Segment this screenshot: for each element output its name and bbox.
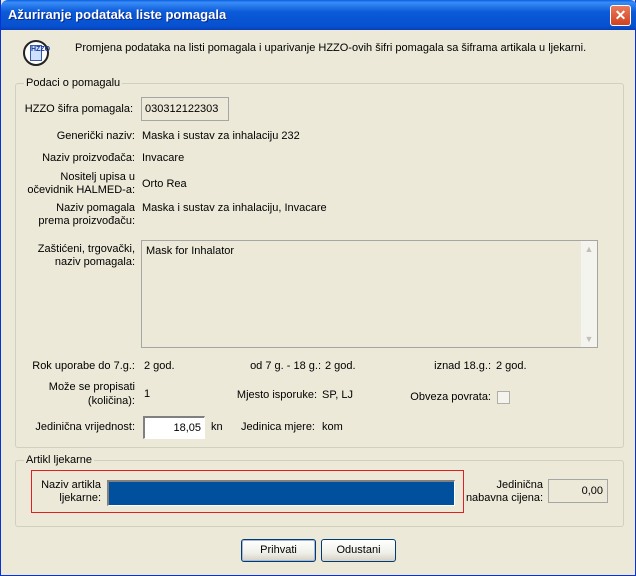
jed-vrijednost-value: 18,05 (173, 422, 201, 434)
cijena-label-line2: nabavna cijena: (465, 492, 543, 504)
proizvodjac-label: Naziv proizvođača: (42, 152, 135, 164)
header-description: Promjena podataka na listi pomagala i up… (75, 42, 587, 54)
artikl-naziv-input[interactable] (107, 480, 455, 506)
naziv-pomagala-label-line2: prema proizvođaču: (38, 215, 135, 227)
propisati-label-line2: (količina): (87, 395, 135, 407)
zasticeni-label-line2: naziv pomagala: (54, 256, 135, 268)
zasticeni-scrollbar[interactable]: ▲ ▼ (581, 241, 597, 347)
dialog-window: Ažuriranje podataka liste pomagala ✕ HZZ… (0, 0, 636, 576)
podaci-legend: Podaci o pomagalu (24, 77, 123, 90)
rok-value: 2 god. (144, 360, 175, 372)
zasticeni-label-line1: Zaštićeni, trgovački, (37, 243, 135, 255)
obveza-checkbox[interactable] (497, 391, 510, 404)
zasticeni-value: Mask for Inhalator (146, 245, 235, 257)
naziv-pomagala-value: Maska i sustav za inhalaciju, Invacare (142, 202, 327, 214)
proizvodjac-value: Invacare (142, 152, 185, 164)
jed-mjere-label: Jedinica mjere: (241, 421, 315, 433)
propisati-value: 1 (144, 388, 151, 400)
genericki-label: Generički naziv: (56, 130, 135, 142)
cijena-field[interactable]: 0,00 (548, 479, 608, 503)
mjesto-label: Mjesto isporuke: (236, 389, 317, 401)
genericki-value: Maska i sustav za inhalaciju 232 (142, 130, 300, 142)
cijena-label-line1: Jedinična (496, 479, 543, 491)
zasticeni-textarea[interactable]: Mask for Inhalator ▲ ▼ (141, 240, 598, 348)
artikl-naziv-label-line1: Naziv artikla (41, 479, 101, 491)
sifra-field[interactable]: 030312122303 (141, 97, 229, 121)
title-bar[interactable]: Ažuriranje podataka liste pomagala ✕ (1, 0, 636, 30)
jed-vrijednost-label: Jedinična vrijednost: (35, 421, 135, 433)
prihvati-button[interactable]: Prihvati (241, 539, 316, 562)
jed-mjere-value: kom (322, 421, 343, 433)
sifra-value: 030312122303 (145, 103, 219, 115)
artikl-naziv-label-line2: ljekarne: (59, 492, 101, 504)
prihvati-label: Prihvati (260, 544, 297, 556)
odustani-button[interactable]: Odustani (321, 539, 396, 562)
nositelj-value: Orto Rea (142, 178, 187, 190)
mjesto-value: SP, LJ (322, 389, 353, 401)
odustani-label: Odustani (336, 544, 381, 556)
artikl-legend: Artikl ljekarne (24, 454, 95, 467)
obveza-label: Obveza povrata: (410, 391, 491, 403)
close-button[interactable]: ✕ (610, 5, 631, 26)
scroll-up-icon[interactable]: ▲ (581, 241, 597, 257)
sifra-label: HZZO šifra pomagala: (24, 103, 133, 115)
window-title: Ažuriranje podataka liste pomagala (8, 7, 227, 22)
jed-vrijednost-input[interactable]: 18,05 (143, 416, 205, 439)
cijena-value: 0,00 (581, 485, 603, 497)
propisati-label-line1: Može se propisati (48, 381, 135, 393)
od7-value: 2 god. (325, 360, 356, 372)
nositelj-label-line2: očevidnik HALMED-a: (27, 184, 135, 196)
naziv-pomagala-label-line1: Naziv pomagala (56, 202, 135, 214)
nositelj-label-line1: Nositelj upisa u (60, 171, 135, 183)
close-icon: ✕ (614, 7, 627, 23)
iznad-label: iznad 18.g.: (434, 360, 491, 372)
hzzo-logo-icon: HZZO (23, 40, 50, 66)
scroll-down-icon[interactable]: ▼ (581, 331, 597, 347)
iznad-value: 2 god. (496, 360, 527, 372)
hzzo-logo-inner: HZZO (30, 45, 50, 61)
rok-label: Rok uporabe do 7.g.: (32, 360, 135, 372)
od7-label: od 7 g. - 18 g.: (250, 360, 321, 372)
